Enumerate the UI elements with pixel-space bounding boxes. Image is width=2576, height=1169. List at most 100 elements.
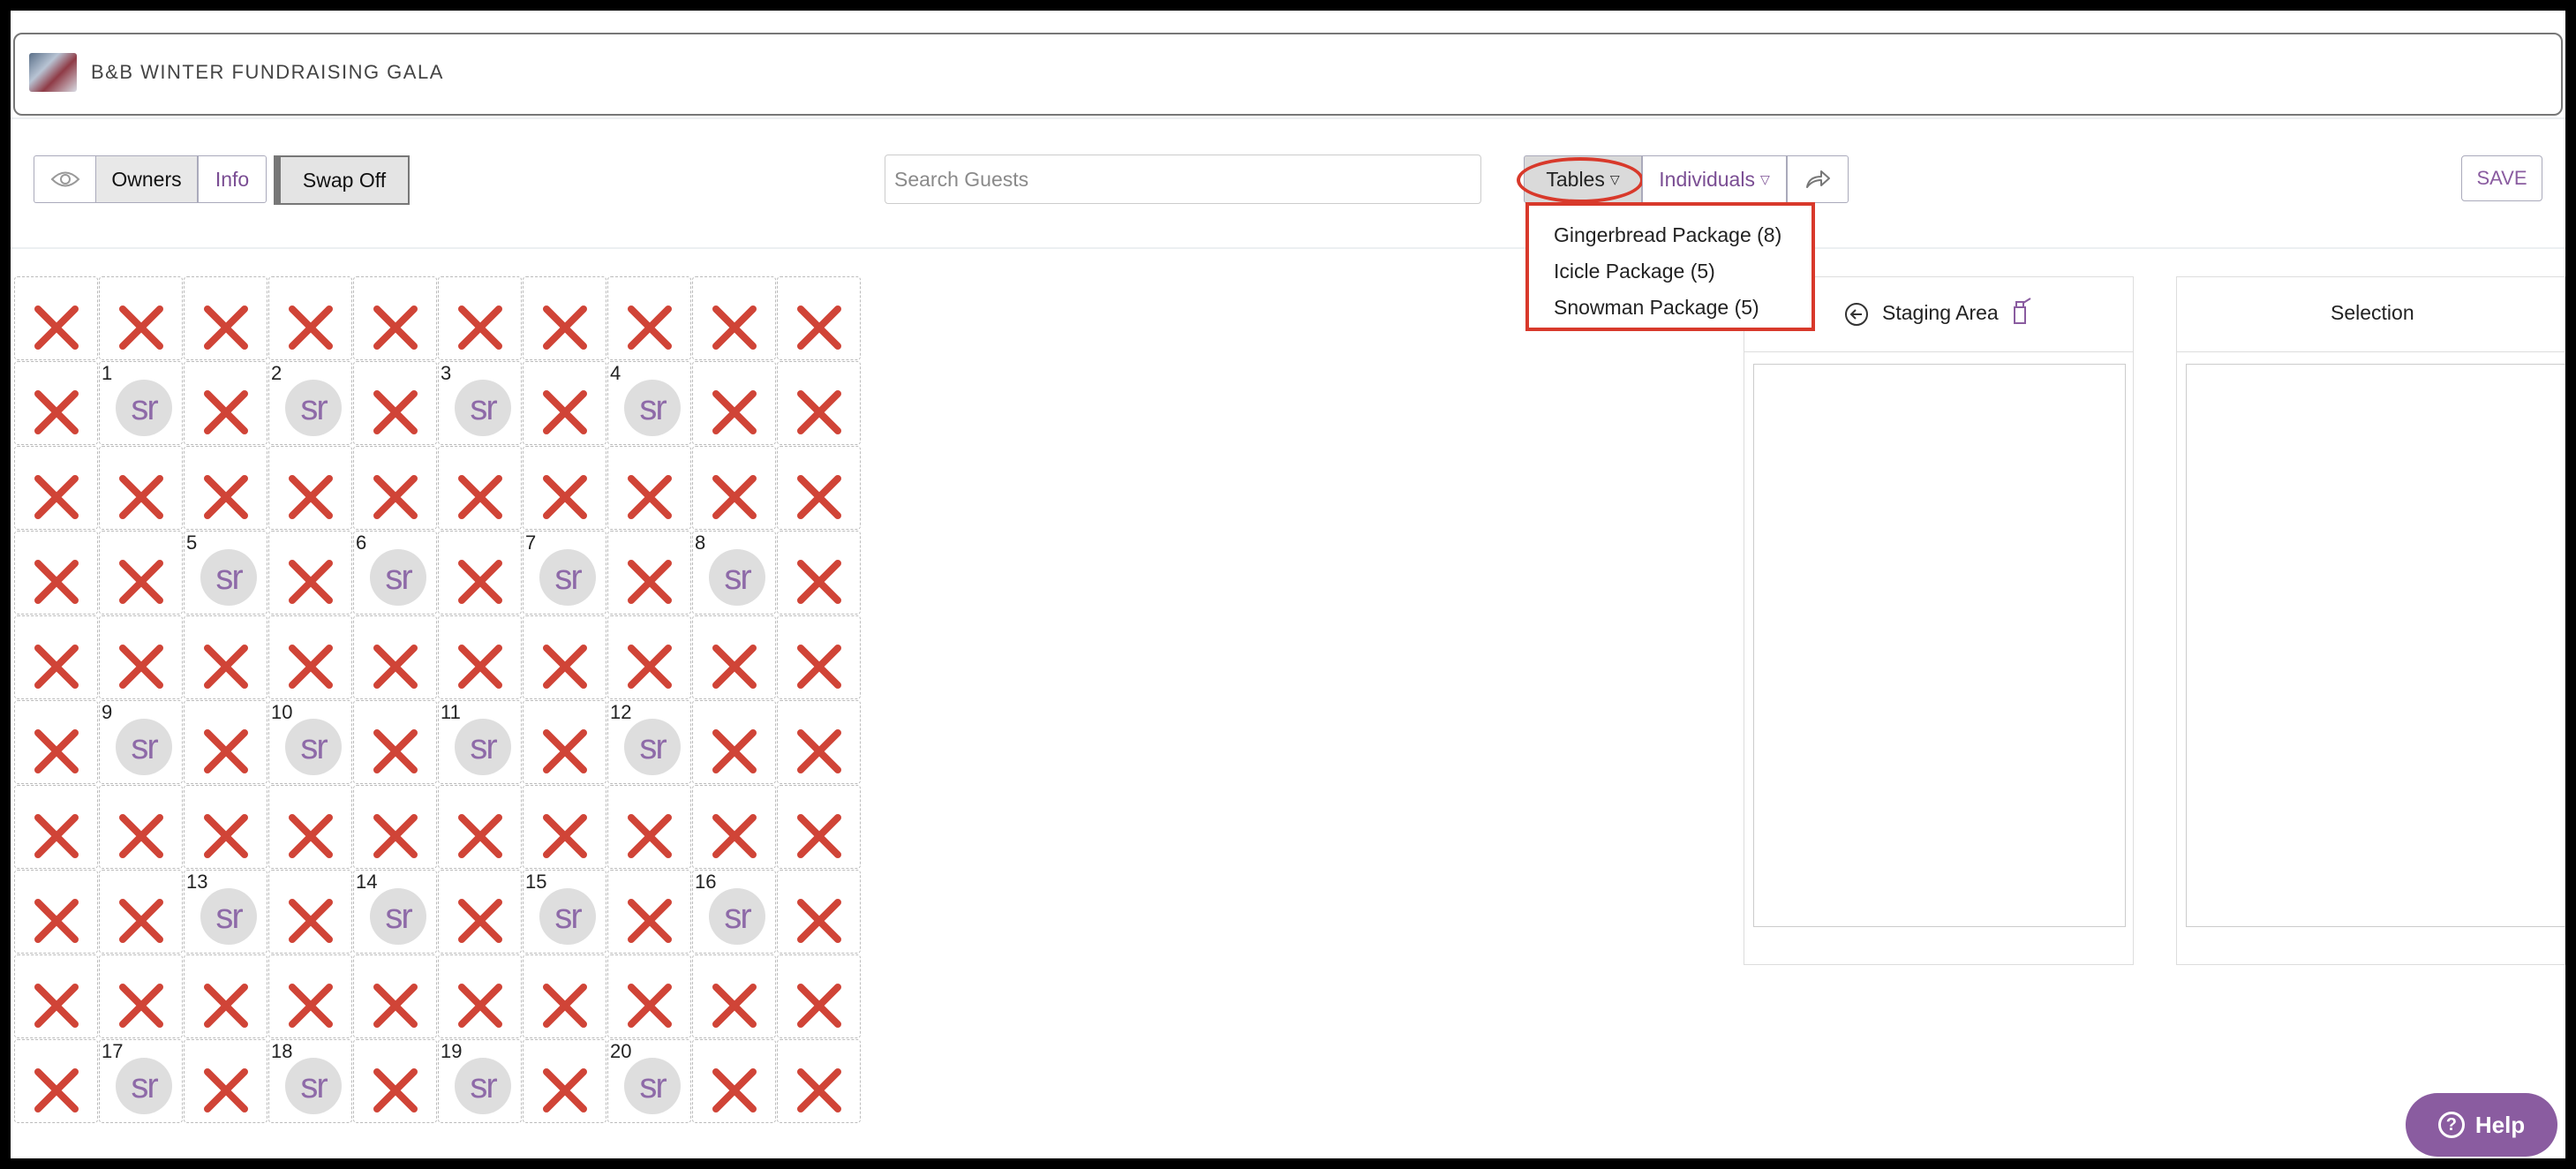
blocked-cell[interactable] bbox=[692, 700, 776, 784]
blocked-cell[interactable] bbox=[438, 615, 522, 699]
blocked-cell[interactable] bbox=[14, 785, 98, 869]
table-cell[interactable]: 10 sr bbox=[268, 700, 352, 784]
table-cell[interactable]: 5 sr bbox=[184, 531, 267, 615]
blocked-cell[interactable] bbox=[607, 954, 691, 1038]
table-cell[interactable]: 15 sr bbox=[523, 870, 606, 954]
blocked-cell[interactable] bbox=[353, 954, 437, 1038]
blocked-cell[interactable] bbox=[438, 785, 522, 869]
table-cell[interactable]: 12 sr bbox=[607, 700, 691, 784]
table-round-icon[interactable]: sr bbox=[624, 1058, 681, 1114]
table-round-icon[interactable]: sr bbox=[285, 380, 342, 436]
blocked-cell[interactable] bbox=[268, 954, 352, 1038]
blocked-cell[interactable] bbox=[692, 615, 776, 699]
blocked-cell[interactable] bbox=[692, 785, 776, 869]
circle-arrow-left-icon[interactable] bbox=[1843, 301, 1870, 328]
table-round-icon[interactable]: sr bbox=[116, 1058, 172, 1114]
table-cell[interactable]: 17 sr bbox=[99, 1039, 183, 1123]
table-round-icon[interactable]: sr bbox=[455, 380, 511, 436]
table-cell[interactable]: 3 sr bbox=[438, 361, 522, 445]
table-cell[interactable]: 9 sr bbox=[99, 700, 183, 784]
table-round-icon[interactable]: sr bbox=[709, 549, 765, 606]
blocked-cell[interactable] bbox=[777, 870, 861, 954]
blocked-cell[interactable] bbox=[184, 700, 267, 784]
table-cell[interactable]: 11 sr bbox=[438, 700, 522, 784]
blocked-cell[interactable] bbox=[353, 700, 437, 784]
blocked-cell[interactable] bbox=[14, 700, 98, 784]
blocked-cell[interactable] bbox=[692, 446, 776, 530]
table-cell[interactable]: 19 sr bbox=[438, 1039, 522, 1123]
table-cell[interactable]: 16 sr bbox=[692, 870, 776, 954]
blocked-cell[interactable] bbox=[777, 361, 861, 445]
table-round-icon[interactable]: sr bbox=[370, 549, 426, 606]
blocked-cell[interactable] bbox=[14, 361, 98, 445]
blocked-cell[interactable] bbox=[184, 954, 267, 1038]
blocked-cell[interactable] bbox=[353, 615, 437, 699]
table-cell[interactable]: 7 sr bbox=[523, 531, 606, 615]
table-round-icon[interactable]: sr bbox=[200, 549, 257, 606]
table-cell[interactable]: 20 sr bbox=[607, 1039, 691, 1123]
dropdown-item-icicle[interactable]: Icicle Package (5) bbox=[1554, 260, 1715, 283]
blocked-cell[interactable] bbox=[777, 1039, 861, 1123]
blocked-cell[interactable] bbox=[99, 954, 183, 1038]
selection-dropzone[interactable] bbox=[2186, 364, 2565, 927]
table-round-icon[interactable]: sr bbox=[285, 1058, 342, 1114]
table-round-icon[interactable]: sr bbox=[624, 380, 681, 436]
staging-area-dropzone[interactable] bbox=[1753, 364, 2126, 927]
blocked-cell[interactable] bbox=[438, 531, 522, 615]
blocked-cell[interactable] bbox=[184, 785, 267, 869]
help-button[interactable]: ? Help bbox=[2406, 1093, 2557, 1157]
blocked-cell[interactable] bbox=[268, 276, 352, 360]
blocked-cell[interactable] bbox=[523, 1039, 606, 1123]
table-cell[interactable]: 18 sr bbox=[268, 1039, 352, 1123]
blocked-cell[interactable] bbox=[523, 446, 606, 530]
blocked-cell[interactable] bbox=[184, 615, 267, 699]
blocked-cell[interactable] bbox=[523, 700, 606, 784]
blocked-cell[interactable] bbox=[99, 531, 183, 615]
blocked-cell[interactable] bbox=[268, 785, 352, 869]
dropdown-item-gingerbread[interactable]: Gingerbread Package (8) bbox=[1554, 223, 1781, 247]
blocked-cell[interactable] bbox=[692, 1039, 776, 1123]
blocked-cell[interactable] bbox=[268, 531, 352, 615]
blocked-cell[interactable] bbox=[438, 276, 522, 360]
table-round-icon[interactable]: sr bbox=[370, 888, 426, 945]
blocked-cell[interactable] bbox=[184, 1039, 267, 1123]
blocked-cell[interactable] bbox=[777, 531, 861, 615]
blocked-cell[interactable] bbox=[523, 361, 606, 445]
table-round-icon[interactable]: sr bbox=[116, 380, 172, 436]
blocked-cell[interactable] bbox=[438, 446, 522, 530]
visibility-toggle-button[interactable] bbox=[34, 155, 95, 203]
blocked-cell[interactable] bbox=[607, 870, 691, 954]
info-toggle-button[interactable]: Info bbox=[198, 155, 267, 203]
blocked-cell[interactable] bbox=[184, 276, 267, 360]
table-cell[interactable]: 13 sr bbox=[184, 870, 267, 954]
table-cell[interactable]: 1 sr bbox=[99, 361, 183, 445]
blocked-cell[interactable] bbox=[184, 361, 267, 445]
blocked-cell[interactable] bbox=[777, 615, 861, 699]
blocked-cell[interactable] bbox=[14, 446, 98, 530]
tables-dropdown-button[interactable]: Tables ▽ bbox=[1524, 155, 1642, 203]
share-button[interactable] bbox=[1787, 155, 1849, 203]
owners-toggle-button[interactable]: Owners bbox=[95, 155, 198, 203]
swap-toggle-button[interactable]: Swap Off bbox=[274, 155, 410, 205]
blocked-cell[interactable] bbox=[777, 785, 861, 869]
broom-icon[interactable] bbox=[2007, 295, 2034, 327]
blocked-cell[interactable] bbox=[14, 615, 98, 699]
blocked-cell[interactable] bbox=[353, 361, 437, 445]
blocked-cell[interactable] bbox=[523, 276, 606, 360]
blocked-cell[interactable] bbox=[438, 870, 522, 954]
individuals-dropdown-button[interactable]: Individuals ▽ bbox=[1642, 155, 1787, 203]
blocked-cell[interactable] bbox=[777, 276, 861, 360]
table-round-icon[interactable]: sr bbox=[285, 719, 342, 775]
table-round-icon[interactable]: sr bbox=[116, 719, 172, 775]
blocked-cell[interactable] bbox=[607, 785, 691, 869]
blocked-cell[interactable] bbox=[692, 276, 776, 360]
blocked-cell[interactable] bbox=[523, 615, 606, 699]
blocked-cell[interactable] bbox=[777, 446, 861, 530]
table-round-icon[interactable]: sr bbox=[200, 888, 257, 945]
blocked-cell[interactable] bbox=[523, 954, 606, 1038]
blocked-cell[interactable] bbox=[14, 276, 98, 360]
blocked-cell[interactable] bbox=[14, 870, 98, 954]
blocked-cell[interactable] bbox=[353, 785, 437, 869]
table-cell[interactable]: 8 sr bbox=[692, 531, 776, 615]
blocked-cell[interactable] bbox=[99, 785, 183, 869]
